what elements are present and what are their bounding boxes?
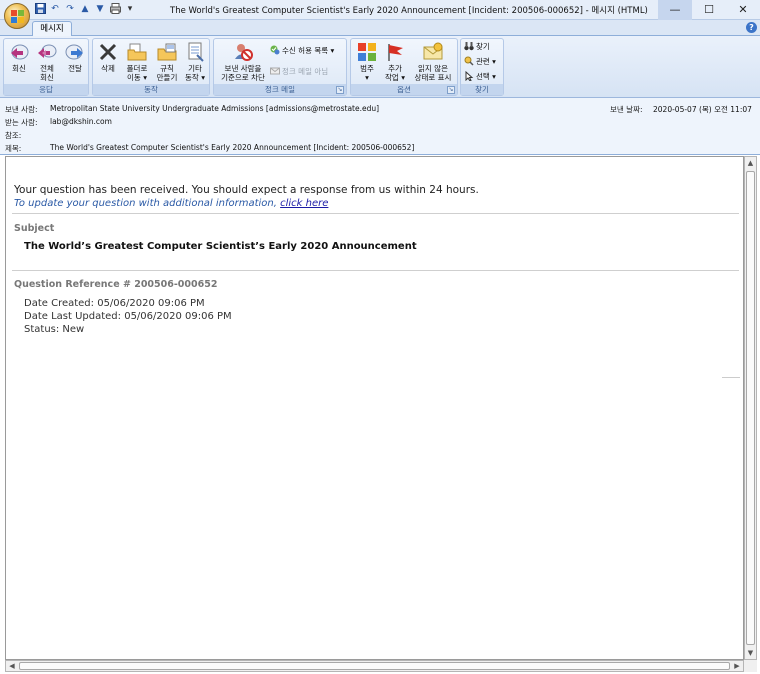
scroll-up-icon[interactable]: ▲ xyxy=(745,157,756,169)
group-junk-mail: 보낸 사람을 기준으로 차단 수신 허용 목록 ▾ 정크 메일 아님 정크 메일 … xyxy=(213,38,347,96)
ribbon: 회신 전체 회신 전달 응답 삭제 폴더로 이동 ▾ 규칙 만들기 기타 동작 … xyxy=(0,36,760,98)
reply-icon xyxy=(9,42,29,62)
help-icon[interactable]: ? xyxy=(746,22,757,33)
divider xyxy=(12,270,739,271)
mark-unread-button[interactable]: 읽지 않은 상태로 표시 xyxy=(409,42,457,82)
scroll-right-icon[interactable]: ▶ xyxy=(731,661,743,671)
window-title: The World's Greatest Computer Scientist'… xyxy=(170,6,648,16)
safe-list-icon xyxy=(270,45,280,55)
other-actions-icon xyxy=(185,42,205,62)
group-options: 범주 ▾ 추가 작업 ▾ 읽지 않은 상태로 표시 옵션 ↘ xyxy=(350,38,458,96)
block-sender-button[interactable]: 보낸 사람을 기준으로 차단 xyxy=(216,42,270,82)
update-prefix: To update your question with additional … xyxy=(14,198,281,209)
select-button[interactable]: 선택 ▾ xyxy=(464,70,496,82)
subject-text: The World’s Greatest Computer Scientist’… xyxy=(24,241,417,252)
group-find: 찾기 관련 ▾ 선택 ▾ 찾기 xyxy=(460,38,504,96)
from-value[interactable]: Metropolitan State University Undergradu… xyxy=(50,104,379,113)
other-actions-button[interactable]: 기타 동작 ▾ xyxy=(182,42,208,82)
close-button[interactable]: ✕ xyxy=(726,0,760,20)
minimize-button[interactable]: — xyxy=(658,0,692,20)
sent-label: 보낸 날짜: xyxy=(610,105,643,114)
message-body[interactable]: Your question has been received. You sho… xyxy=(5,156,744,660)
subject-heading: Subject xyxy=(14,223,55,234)
down-icon[interactable]: ▼ xyxy=(94,3,106,15)
to-label: 받는 사람: xyxy=(5,118,38,127)
undo-icon[interactable]: ↶ xyxy=(49,3,61,15)
subject-value: The World's Greatest Computer Scientist'… xyxy=(50,143,415,152)
rules-icon xyxy=(157,42,177,62)
select-cursor-icon xyxy=(464,70,474,82)
cc-label: 참조: xyxy=(5,131,22,140)
scroll-left-icon[interactable]: ◀ xyxy=(6,661,18,671)
horizontal-scroll-thumb[interactable] xyxy=(19,662,730,670)
horizontal-scrollbar[interactable]: ◀ ▶ xyxy=(5,660,744,672)
group-label-respond: 응답 xyxy=(4,84,88,95)
delete-button[interactable]: 삭제 xyxy=(96,42,120,73)
junk-launcher-icon[interactable]: ↘ xyxy=(336,86,344,94)
group-label-find: 찾기 xyxy=(461,84,503,95)
tab-message[interactable]: 메시지 xyxy=(32,21,72,36)
group-respond: 회신 전체 회신 전달 응답 xyxy=(3,38,89,96)
flag-icon xyxy=(385,42,405,62)
office-button[interactable] xyxy=(4,3,30,29)
title-bar: ↶ ↷ ▲ ▼ ▾ The World's Greatest Computer … xyxy=(0,0,760,20)
safe-list-button[interactable]: 수신 허용 목록 ▾ xyxy=(270,45,334,56)
follow-up-button[interactable]: 추가 작업 ▾ xyxy=(382,42,408,82)
date-created: Date Created: 05/06/2020 09:06 PM xyxy=(24,298,205,309)
up-icon[interactable]: ▲ xyxy=(79,3,91,15)
scroll-down-icon[interactable]: ▼ xyxy=(745,647,756,659)
categorize-button[interactable]: 범주 ▾ xyxy=(354,42,380,82)
date-updated: Date Last Updated: 05/06/2020 09:06 PM xyxy=(24,311,232,322)
options-launcher-icon[interactable]: ↘ xyxy=(447,86,455,94)
reference-heading: Question Reference # 200506-000652 xyxy=(14,279,218,290)
click-here-link[interactable]: click here xyxy=(280,198,328,209)
binoculars-icon xyxy=(464,41,474,51)
categorize-icon xyxy=(357,42,377,62)
folder-move-icon xyxy=(127,42,147,62)
from-label: 보낸 사람: xyxy=(5,105,38,114)
subject-label: 제목: xyxy=(5,144,22,153)
group-label-junk: 정크 메일 xyxy=(214,84,346,95)
dropdown-icon[interactable]: ▾ xyxy=(124,3,136,15)
size-grip xyxy=(744,660,757,672)
to-value[interactable]: lab@dkshin.com xyxy=(50,117,112,126)
status-text: Status: New xyxy=(24,324,85,335)
related-icon xyxy=(464,56,474,66)
office-logo-icon xyxy=(11,10,24,23)
block-sender-icon xyxy=(233,42,253,62)
related-button[interactable]: 관련 ▾ xyxy=(464,56,496,67)
vertical-scroll-thumb[interactable] xyxy=(746,171,755,645)
save-icon[interactable] xyxy=(34,3,46,15)
ribbon-tabs: 메시지 ? xyxy=(0,20,760,36)
find-button[interactable]: 찾기 xyxy=(464,41,490,52)
divider xyxy=(12,213,739,214)
update-text: To update your question with additional … xyxy=(14,198,328,209)
sent-value: 2020-05-07 (목) 오전 11:07 xyxy=(653,105,752,114)
not-junk-button[interactable]: 정크 메일 아님 xyxy=(270,66,328,77)
create-rule-button[interactable]: 규칙 만들기 xyxy=(154,42,180,82)
redo-icon[interactable]: ↷ xyxy=(64,3,76,15)
delete-icon xyxy=(98,42,118,62)
group-label-actions: 동작 xyxy=(93,84,209,95)
group-actions: 삭제 폴더로 이동 ▾ 규칙 만들기 기타 동작 ▾ 동작 xyxy=(92,38,210,96)
message-header: 보낸 사람: Metropolitan State University Und… xyxy=(0,98,760,155)
print-icon[interactable] xyxy=(109,3,121,15)
reply-all-button[interactable]: 전체 회신 xyxy=(34,42,60,82)
vertical-scrollbar[interactable]: ▲ ▼ xyxy=(744,156,757,660)
unread-envelope-icon xyxy=(423,42,443,62)
window-controls: — ☐ ✕ xyxy=(658,0,760,20)
forward-button[interactable]: 전달 xyxy=(63,42,87,73)
not-junk-icon xyxy=(270,66,280,76)
received-text: Your question has been received. You sho… xyxy=(14,184,479,196)
reply-button[interactable]: 회신 xyxy=(7,42,31,73)
move-to-folder-button[interactable]: 폴더로 이동 ▾ xyxy=(123,42,151,82)
group-label-options: 옵션 xyxy=(351,84,457,95)
reply-all-icon xyxy=(37,42,57,62)
forward-icon xyxy=(65,42,85,62)
maximize-button[interactable]: ☐ xyxy=(692,0,726,20)
quick-access-toolbar: ↶ ↷ ▲ ▼ ▾ xyxy=(34,3,136,15)
divider xyxy=(722,377,740,378)
